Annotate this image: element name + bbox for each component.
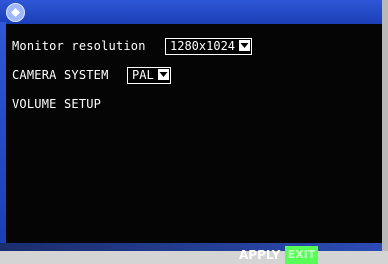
dropdown-arrow-icon[interactable] [157, 69, 169, 80]
exit-button[interactable]: EXIT [285, 246, 318, 264]
monitor-resolution-select[interactable]: 1280x1024 [165, 38, 253, 55]
monitor-resolution-value: 1280x1024 [170, 39, 236, 53]
monitor-resolution-row: Monitor resolution [12, 38, 146, 54]
apply-button[interactable]: APPLY [239, 248, 280, 263]
camera-system-label: CAMERA SYSTEM [12, 68, 109, 82]
monitor-resolution-label: Monitor resolution [12, 39, 146, 53]
dropdown-arrow-icon[interactable] [239, 40, 251, 51]
menu-icon-glyph [11, 8, 20, 17]
volume-setup-label: VOLUME SETUP [12, 97, 102, 111]
title-bar [0, 0, 388, 24]
menu-icon[interactable] [6, 3, 25, 22]
camera-system-select[interactable]: PAL [127, 67, 171, 84]
volume-setup-row[interactable]: VOLUME SETUP [12, 96, 101, 112]
right-frame [382, 0, 388, 251]
camera-system-row: CAMERA SYSTEM [12, 67, 109, 83]
camera-system-value: PAL [132, 68, 154, 82]
settings-panel: Monitor resolution 1280x1024 CAMERA SYST… [6, 24, 382, 264]
dvr-settings-screen: Monitor resolution 1280x1024 CAMERA SYST… [0, 0, 388, 264]
bottom-frame [0, 243, 388, 251]
